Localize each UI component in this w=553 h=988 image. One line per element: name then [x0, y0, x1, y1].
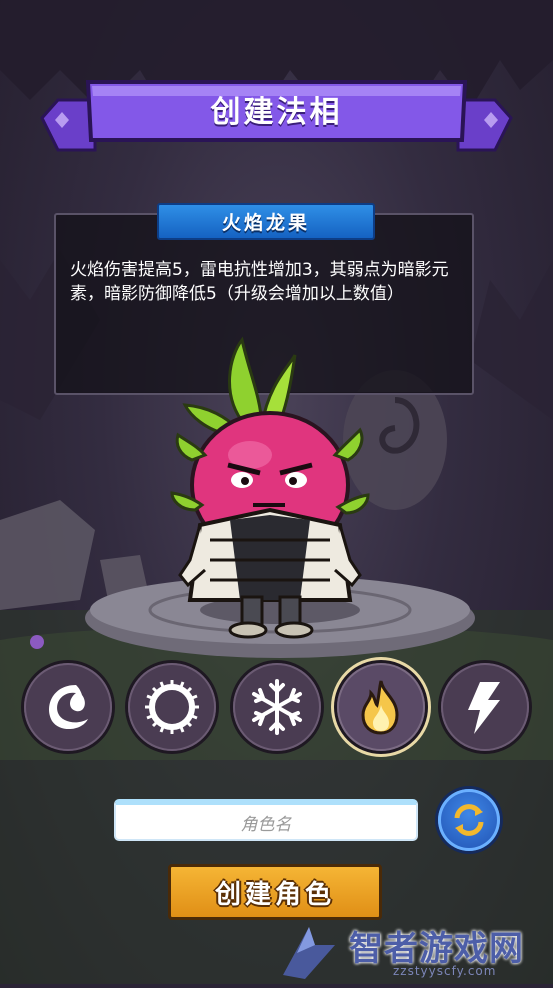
- fruit-description: 火焰伤害提高5，雷电抗性增加3，其弱点为暗影元素，暗影防御降低5（升级会增加以上…: [70, 260, 449, 304]
- element-thunder-button[interactable]: [441, 663, 529, 751]
- snowflake-icon: [252, 679, 302, 735]
- element-light-button[interactable]: [128, 663, 216, 751]
- lightning-icon: [468, 682, 500, 734]
- watermark-text: 智者游戏网: [349, 929, 524, 969]
- watermark-url: zzstyyscfy.com: [393, 964, 497, 978]
- fruit-name-tab: 火焰龙果: [157, 203, 375, 240]
- sun-ring-icon: [145, 680, 199, 734]
- character-name-input[interactable]: 角色名: [114, 799, 418, 841]
- element-fire-button[interactable]: [337, 663, 425, 751]
- element-shadow-button[interactable]: [24, 663, 112, 751]
- random-name-button[interactable]: [438, 789, 500, 851]
- dragon-fruit-character: [170, 336, 370, 639]
- refresh-icon: [454, 804, 484, 836]
- flame-icon: [361, 680, 399, 735]
- watermark-logo-icon: [283, 927, 335, 979]
- site-watermark: 智者游戏网 zzstyyscfy.com: [275, 915, 553, 984]
- crescent-swirl-icon: [49, 685, 88, 730]
- page-title: 创建法相: [210, 95, 343, 130]
- element-ice-button[interactable]: [233, 663, 321, 751]
- title-banner: 创建法相: [0, 0, 553, 170]
- create-character-button[interactable]: 创建角色: [168, 864, 382, 920]
- name-input-placeholder: 角色名: [240, 814, 292, 835]
